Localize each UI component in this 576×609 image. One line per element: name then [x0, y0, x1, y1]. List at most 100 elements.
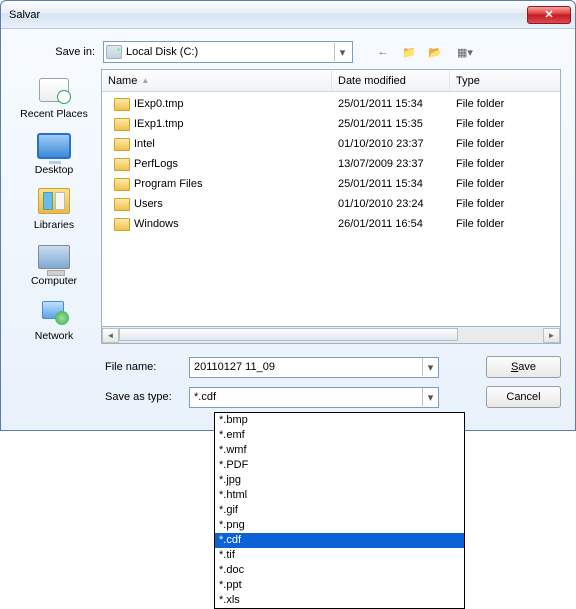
file-name-label: File name:	[101, 361, 189, 373]
save-as-type-value: *.cdf	[190, 388, 422, 407]
file-name-cell: Program Files	[134, 178, 202, 190]
type-option[interactable]: *.ppt	[215, 578, 464, 593]
place-libraries[interactable]: Libraries	[15, 184, 93, 232]
up-one-level-button[interactable]: 📁	[399, 42, 419, 62]
save-as-type-label: Save as type:	[101, 391, 189, 403]
network-icon	[39, 299, 69, 325]
folder-icon	[114, 98, 130, 111]
file-date-cell: 26/01/2011 16:54	[332, 218, 450, 230]
file-name-cell: IExp1.tmp	[134, 118, 184, 130]
file-name-cell: IExp0.tmp	[134, 98, 184, 110]
close-icon: ✕	[544, 8, 553, 21]
file-date-cell: 01/10/2010 23:37	[332, 138, 450, 150]
new-folder-button[interactable]: 📂	[425, 42, 445, 62]
list-row[interactable]: IExp1.tmp 25/01/2011 15:35File folder	[102, 114, 560, 134]
places-bar: Recent Places Desktop Libraries Computer…	[15, 69, 93, 416]
folder-icon	[114, 118, 130, 131]
file-type-cell: File folder	[450, 98, 560, 110]
type-option[interactable]: *.xls	[215, 593, 464, 608]
folder-icon	[114, 178, 130, 191]
place-label: Desktop	[15, 165, 93, 177]
file-name-cell: Intel	[134, 138, 155, 150]
save-as-type-combo[interactable]: *.cdf ▾	[189, 387, 439, 408]
scroll-right-button[interactable]: ►	[543, 328, 560, 343]
save-button[interactable]: Save	[486, 356, 561, 378]
place-network[interactable]: Network	[15, 295, 93, 343]
type-option[interactable]: *.wmf	[215, 443, 464, 458]
file-type-cell: File folder	[450, 178, 560, 190]
file-date-cell: 01/10/2010 23:24	[332, 198, 450, 210]
arrow-left-icon: ←	[378, 46, 389, 58]
recent-places-icon	[39, 78, 69, 102]
file-list[interactable]: Name ▲ Date modified Type IExp0.tmp 25/01…	[101, 69, 561, 327]
save-in-combo[interactable]: Local Disk (C:) ▾	[103, 41, 353, 63]
place-computer[interactable]: Computer	[15, 240, 93, 288]
drive-icon	[106, 45, 122, 59]
file-type-cell: File folder	[450, 198, 560, 210]
file-date-cell: 25/01/2011 15:34	[332, 178, 450, 190]
place-label: Libraries	[15, 220, 93, 232]
cancel-button[interactable]: Cancel	[486, 386, 561, 408]
scroll-thumb[interactable]	[119, 328, 458, 341]
type-option[interactable]: *.doc	[215, 563, 464, 578]
file-date-cell: 25/01/2011 15:34	[332, 98, 450, 110]
desktop-icon	[37, 133, 71, 159]
scroll-track[interactable]	[119, 328, 543, 343]
file-type-cell: File folder	[450, 138, 560, 150]
chevron-down-icon[interactable]: ▾	[422, 358, 438, 376]
file-type-cell: File folder	[450, 158, 560, 170]
libraries-icon	[38, 188, 70, 214]
list-row[interactable]: Users 01/10/2010 23:24File folder	[102, 194, 560, 214]
chevron-down-icon[interactable]: ▾	[334, 43, 350, 61]
sort-asc-icon: ▲	[141, 76, 149, 85]
folder-icon	[114, 138, 130, 151]
save-as-type-dropdown[interactable]: *.bmp*.emf*.wmf*.PDF*.jpg*.html*.gif*.pn…	[214, 412, 465, 609]
file-name-input[interactable]	[190, 358, 422, 377]
folder-icon	[114, 158, 130, 171]
file-name-combo[interactable]: ▾	[189, 357, 439, 378]
list-header[interactable]: Name ▲ Date modified Type	[102, 70, 560, 92]
chevron-down-icon[interactable]: ▾	[422, 388, 438, 406]
column-date[interactable]: Date modified	[332, 70, 450, 91]
list-row[interactable]: Intel 01/10/2010 23:37File folder	[102, 134, 560, 154]
type-option[interactable]: *.jpg	[215, 473, 464, 488]
folder-up-icon: 📁	[402, 46, 416, 59]
file-name-cell: Windows	[134, 218, 179, 230]
folder-icon	[114, 218, 130, 231]
place-recent[interactable]: Recent Places	[15, 73, 93, 121]
place-label: Network	[15, 331, 93, 343]
window-title: Salvar	[9, 9, 527, 21]
place-desktop[interactable]: Desktop	[15, 129, 93, 177]
column-type[interactable]: Type	[450, 70, 560, 91]
file-date-cell: 25/01/2011 15:35	[332, 118, 450, 130]
save-dialog: Salvar ✕ Save in: Local Disk (C:) ▾ ← 📁 …	[0, 0, 576, 431]
titlebar[interactable]: Salvar ✕	[1, 1, 575, 29]
file-name-cell: Users	[134, 198, 163, 210]
folder-icon	[114, 198, 130, 211]
view-menu-button[interactable]: ▦▾	[451, 42, 479, 62]
list-row[interactable]: IExp0.tmp 25/01/2011 15:34File folder	[102, 94, 560, 114]
type-option[interactable]: *.bmp	[215, 413, 464, 428]
back-button[interactable]: ←	[373, 42, 393, 62]
horizontal-scrollbar[interactable]: ◄ ►	[101, 327, 561, 344]
list-row[interactable]: Program Files 25/01/2011 15:34File folder	[102, 174, 560, 194]
type-option[interactable]: *.cdf	[215, 533, 464, 548]
file-date-cell: 13/07/2009 23:37	[332, 158, 450, 170]
scroll-left-button[interactable]: ◄	[102, 328, 119, 343]
place-label: Recent Places	[15, 109, 93, 121]
type-option[interactable]: *.tif	[215, 548, 464, 563]
list-row[interactable]: Windows 26/01/2011 16:54File folder	[102, 214, 560, 234]
save-in-label: Save in:	[15, 46, 103, 58]
column-name[interactable]: Name ▲	[102, 70, 332, 91]
file-type-cell: File folder	[450, 218, 560, 230]
file-type-cell: File folder	[450, 118, 560, 130]
type-option[interactable]: *.png	[215, 518, 464, 533]
type-option[interactable]: *.emf	[215, 428, 464, 443]
file-name-cell: PerfLogs	[134, 158, 178, 170]
type-option[interactable]: *.gif	[215, 503, 464, 518]
save-in-value: Local Disk (C:)	[126, 46, 334, 58]
close-button[interactable]: ✕	[527, 6, 571, 24]
type-option[interactable]: *.html	[215, 488, 464, 503]
type-option[interactable]: *.PDF	[215, 458, 464, 473]
list-row[interactable]: PerfLogs 13/07/2009 23:37File folder	[102, 154, 560, 174]
